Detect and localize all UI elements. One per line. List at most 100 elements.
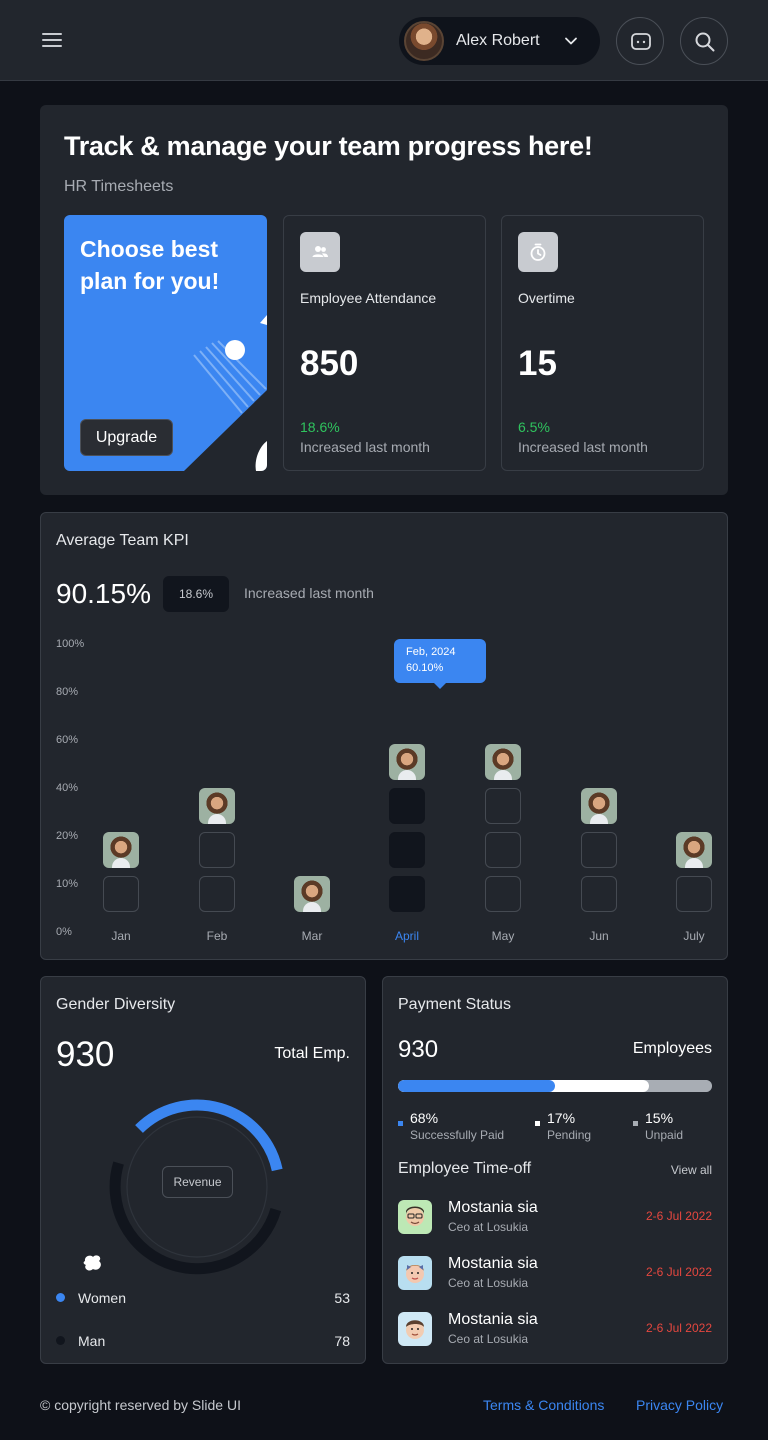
kpi-title: Average Team KPI <box>56 532 189 549</box>
users-icon <box>300 232 340 272</box>
user-menu[interactable]: Alex Robert <box>399 17 600 65</box>
splash-decoration <box>83 1255 101 1271</box>
chart-bar-avatar[interactable] <box>103 832 139 868</box>
chart-bar-cell <box>199 832 235 868</box>
user-avatar <box>404 21 444 61</box>
payment-title: Payment Status <box>398 996 511 1013</box>
x-tick-label: Feb <box>206 929 228 943</box>
timeoff-date: 2-6 Jul 2022 <box>645 1265 712 1279</box>
legend-man: Man 78 <box>56 1331 350 1351</box>
search-button[interactable] <box>680 17 728 65</box>
gender-diversity-card: Gender Diversity 930 Total Emp. Revenue … <box>40 976 366 1364</box>
tooltip-label: Feb, 2024 <box>406 646 456 658</box>
y-tick-label: 80% <box>56 686 79 698</box>
payment-progress-bar <box>398 1080 712 1092</box>
stat-note: Increased last month <box>518 439 648 455</box>
y-tick-label: 20% <box>56 830 79 842</box>
chevron-down-icon <box>565 37 577 45</box>
legend-label: Man <box>78 1333 106 1349</box>
search-icon <box>695 32 715 52</box>
legend-label: Women <box>78 1290 126 1306</box>
payment-unit: Employees <box>632 1040 712 1057</box>
x-tick-label: Jun <box>589 929 609 943</box>
x-tick-label: May <box>491 929 515 943</box>
y-tick-label: 40% <box>56 782 79 794</box>
chart-tooltip: Feb, 2024 60.10% <box>394 639 486 689</box>
y-tick-label: 10% <box>56 878 79 890</box>
employee-role: Ceo at Losukia <box>448 1332 529 1346</box>
stat-label: Pending <box>547 1128 592 1142</box>
donut-segment-women <box>135 1099 283 1172</box>
payment-value: 930 <box>398 1036 439 1063</box>
stat-percent: 6.5% <box>518 419 550 435</box>
kpi-badge: 18.6% <box>163 576 229 612</box>
stat-percent: 68% <box>410 1110 439 1126</box>
chart-bar-cell <box>389 788 425 824</box>
revenue-chip: Revenue <box>162 1166 233 1198</box>
y-tick-label: 0% <box>56 926 72 938</box>
stat-percent: 15% <box>645 1110 674 1126</box>
employee-role: Ceo at Losukia <box>448 1276 529 1290</box>
stat-value: 850 <box>300 344 359 383</box>
stat-percent: 17% <box>547 1110 576 1126</box>
view-all-link[interactable]: View all <box>671 1163 712 1177</box>
hero-card: Track & manage your team progress here! … <box>40 105 728 495</box>
chart-bar-avatar[interactable] <box>581 788 617 824</box>
y-tick-label: 100% <box>56 638 85 650</box>
chart-bar-cell <box>676 876 712 912</box>
chart-bar-cell <box>485 876 521 912</box>
chart-bar-cell <box>389 832 425 868</box>
chart-bar-cell <box>581 876 617 912</box>
x-tick-label: April <box>394 929 419 943</box>
chart-bar-avatar[interactable] <box>199 788 235 824</box>
legend-women: Women 53 <box>56 1288 350 1308</box>
stat-value: 15 <box>518 344 557 383</box>
progress-segment <box>398 1080 555 1092</box>
chart-bar-cell <box>485 832 521 868</box>
hamburger-menu-icon[interactable] <box>42 31 62 49</box>
employee-name: Mostania sia <box>448 1199 538 1216</box>
legend-count: 78 <box>334 1333 350 1349</box>
employee-avatar <box>398 1312 432 1346</box>
stat-card-overtime: Overtime 15 6.5% Increased last month <box>501 215 704 471</box>
chart-bar-avatar[interactable] <box>294 876 330 912</box>
gender-title: Gender Diversity <box>56 996 176 1013</box>
terms-link[interactable]: Terms & Conditions <box>483 1397 604 1413</box>
kpi-note: Increased last month <box>244 585 374 601</box>
employee-name: Mostania sia <box>448 1311 538 1328</box>
timeoff-row[interactable]: Mostania sia Ceo at Losukia 2-6 Jul 2022 <box>398 1255 712 1291</box>
legend-square <box>398 1121 403 1126</box>
chart-bar-cell <box>389 876 425 912</box>
stat-card-attendance: Employee Attendance 850 18.6% Increased … <box>283 215 486 471</box>
gender-value: 930 <box>56 1035 115 1074</box>
footer-copyright: © copyright reserved by Slide UI <box>40 1397 241 1413</box>
chart-bar-avatar[interactable] <box>676 832 712 868</box>
chat-icon <box>631 33 651 50</box>
chat-button[interactable] <box>616 17 664 65</box>
legend-count: 53 <box>334 1290 350 1306</box>
employee-avatar <box>398 1256 432 1290</box>
page-title: Track & manage your team progress here! <box>64 131 593 161</box>
user-name: Alex Robert <box>456 32 540 49</box>
timeoff-row[interactable]: Mostania sia Ceo at Losukia 2-6 Jul 2022 <box>398 1199 712 1235</box>
x-tick-label: July <box>683 929 705 943</box>
employee-role: Ceo at Losukia <box>448 1220 529 1234</box>
chart-bar-cell <box>581 832 617 868</box>
chart-bar-avatar[interactable] <box>389 744 425 780</box>
payment-status-card: Payment Status 930 Employees 68% Success… <box>382 976 728 1364</box>
top-header: Alex Robert <box>0 0 768 81</box>
stat-label: Employee Attendance <box>300 290 437 306</box>
stat-note: Increased last month <box>300 439 430 455</box>
timeoff-row[interactable]: Mostania sia Ceo at Losukia 2-6 Jul 2022 <box>398 1311 712 1347</box>
chart-bar-cell <box>199 876 235 912</box>
legend-square <box>633 1121 638 1126</box>
upgrade-button[interactable]: Upgrade <box>80 419 173 456</box>
stat-percent: 18.6% <box>300 419 340 435</box>
stat-label: Unpaid <box>645 1128 684 1142</box>
timeoff-date: 2-6 Jul 2022 <box>645 1321 712 1335</box>
chart-bar-avatar[interactable] <box>485 744 521 780</box>
kpi-value: 90.15% <box>56 578 151 609</box>
privacy-link[interactable]: Privacy Policy <box>636 1397 723 1413</box>
timeoff-date: 2-6 Jul 2022 <box>645 1209 712 1223</box>
chart-bar-cell <box>103 876 139 912</box>
